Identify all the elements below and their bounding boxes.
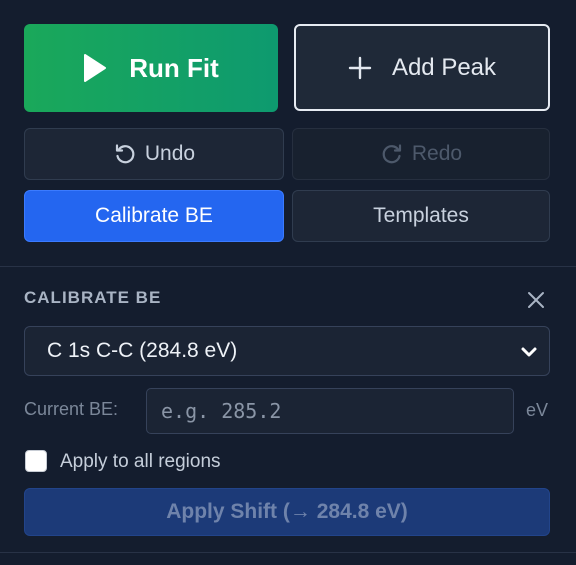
run-fit-button[interactable]: Run Fit (24, 24, 278, 112)
current-be-unit: eV (526, 400, 549, 420)
play-icon (84, 54, 107, 82)
redo-icon (382, 144, 401, 164)
undo-icon (115, 144, 135, 164)
fit-controls-panel: Run Fit Add Peak Undo Redo Calibrate BE … (0, 0, 576, 565)
undo-label: Undo (144, 142, 196, 165)
apply-shift-button[interactable]: Apply Shift (→ 284.8 eV) (24, 488, 550, 536)
calibrate-be-label: Calibrate BE (95, 204, 213, 227)
current-be-label: Current BE: (24, 399, 119, 419)
undo-button[interactable]: Undo (24, 128, 284, 180)
section-divider (0, 266, 576, 267)
apply-shift-label: Apply Shift (→ 284.8 eV) (166, 500, 408, 523)
plus-icon (348, 56, 372, 79)
reference-peak-select[interactable]: C 1s C-C (284.8 eV) (24, 326, 550, 376)
run-fit-label: Run Fit (129, 52, 219, 83)
close-icon (528, 292, 544, 308)
redo-button[interactable]: Redo (292, 128, 550, 180)
close-calibrate-button[interactable] (524, 288, 548, 312)
calibrate-be-button[interactable]: Calibrate BE (24, 190, 284, 242)
add-peak-label: Add Peak (391, 53, 497, 81)
section-divider-bottom (0, 552, 576, 553)
redo-label: Redo (411, 142, 463, 165)
templates-label: Templates (373, 204, 469, 227)
reference-peak-value: C 1s C-C (284.8 eV) (47, 339, 238, 362)
current-be-input[interactable] (146, 388, 514, 434)
apply-all-regions-checkbox[interactable] (25, 450, 47, 472)
templates-button[interactable]: Templates (292, 190, 550, 242)
apply-all-regions-label[interactable]: Apply to all regions (60, 451, 221, 473)
add-peak-button[interactable]: Add Peak (294, 24, 550, 111)
chevron-down-icon (521, 347, 537, 357)
calibrate-section-title: CALIBRATE BE (24, 288, 162, 307)
